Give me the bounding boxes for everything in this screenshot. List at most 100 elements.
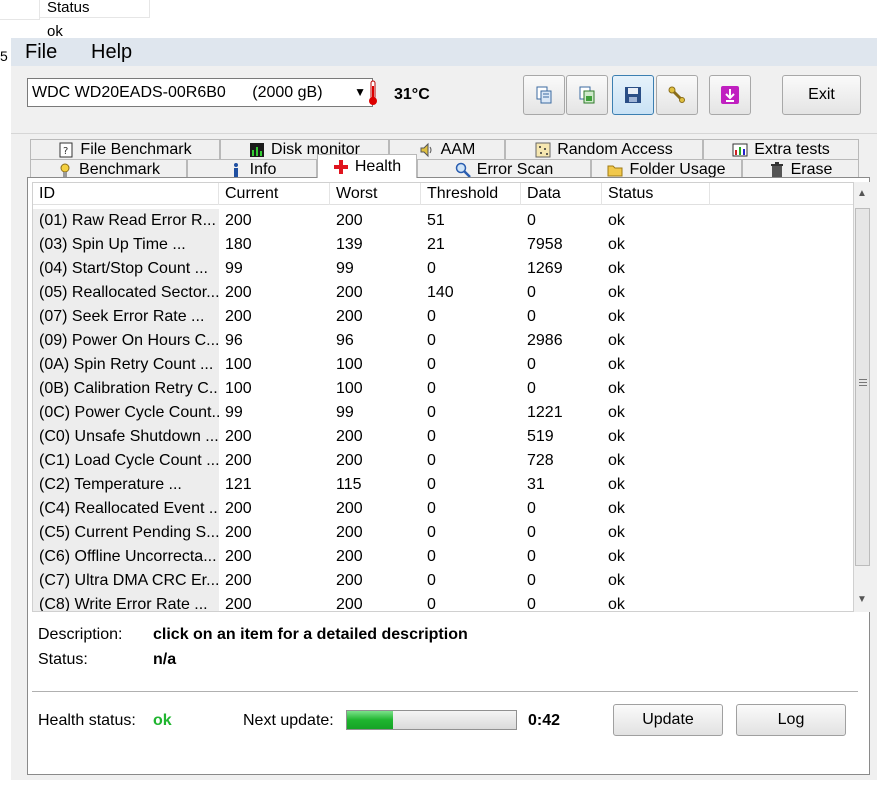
table-row[interactable]: (C8) Write Error Rate ... 200 200 0 0 ok — [33, 593, 833, 612]
menu-help[interactable]: Help — [91, 40, 132, 64]
tab-erase[interactable]: Erase — [742, 159, 859, 179]
table-row[interactable]: (09) Power On Hours C... 96 96 0 2986 ok — [33, 329, 833, 353]
cell-data: 0 — [527, 308, 536, 325]
background-status-value: ok — [47, 23, 63, 40]
tab-label: Extra tests — [754, 141, 830, 158]
tab-health[interactable]: Health — [317, 154, 417, 178]
drive-select[interactable]: WDC WD20EADS-00R6B0 (2000 gB) ▼ — [27, 78, 373, 107]
table-row[interactable]: (C4) Reallocated Event ... 200 200 0 0 ok — [33, 497, 833, 521]
cell-threshold: 140 — [427, 284, 454, 301]
cell-data: 0 — [527, 524, 536, 541]
cell-data: 1221 — [527, 404, 563, 421]
column-header-status[interactable]: Status — [602, 183, 710, 205]
table-row[interactable]: (C6) Offline Uncorrecta... 200 200 0 0 ok — [33, 545, 833, 569]
health-status-label: Health status: — [38, 712, 136, 729]
cell-threshold: 0 — [427, 356, 436, 373]
cell-worst: 139 — [336, 236, 363, 253]
cell-worst: 200 — [336, 452, 363, 469]
table-row[interactable]: (C0) Unsafe Shutdown ... 200 200 0 519 ok — [33, 425, 833, 449]
tab-folder-usage[interactable]: Folder Usage — [591, 159, 742, 179]
cell-id: (C4) Reallocated Event ... — [33, 497, 219, 521]
cell-data: 0 — [527, 380, 536, 397]
app-window: File Help WDC WD20EADS-00R6B0 (2000 gB) … — [11, 38, 877, 780]
status-label: Status: — [38, 651, 88, 668]
cell-current: 180 — [225, 236, 252, 253]
cell-worst: 200 — [336, 284, 363, 301]
cell-current: 96 — [225, 332, 243, 349]
column-header-worst[interactable]: Worst — [330, 183, 421, 205]
cell-status: ok — [608, 260, 625, 277]
cell-current: 99 — [225, 260, 243, 277]
table-row[interactable]: (01) Raw Read Error R... 200 200 51 0 ok — [33, 209, 833, 233]
options-button[interactable] — [656, 75, 698, 115]
cell-current: 200 — [225, 596, 252, 612]
cell-id: (C2) Temperature ... — [33, 473, 219, 497]
tab-benchmark[interactable]: Benchmark — [30, 159, 187, 179]
cell-status: ok — [608, 500, 625, 517]
table-row[interactable]: (04) Start/Stop Count ... 99 99 0 1269 ok — [33, 257, 833, 281]
tab-error-scan[interactable]: Error Scan — [417, 159, 591, 179]
cell-threshold: 0 — [427, 260, 436, 277]
cell-worst: 100 — [336, 356, 363, 373]
cell-status: ok — [608, 308, 625, 325]
chevron-down-icon: ▼ — [354, 85, 366, 99]
cell-worst: 200 — [336, 308, 363, 325]
cell-data: 519 — [527, 428, 554, 445]
column-header-current[interactable]: Current — [219, 183, 330, 205]
save-button[interactable] — [612, 75, 654, 115]
cell-data: 0 — [527, 596, 536, 612]
copy-image-button[interactable] — [566, 75, 608, 115]
cell-threshold: 0 — [427, 572, 436, 589]
table-row[interactable]: (0B) Calibration Retry C... 100 100 0 0 ok — [33, 377, 833, 401]
smart-attributes-table[interactable]: ID Current Worst Threshold Data Status (… — [32, 182, 854, 612]
health-panel: ID Current Worst Threshold Data Status (… — [27, 177, 871, 775]
log-button[interactable]: Log — [736, 704, 846, 736]
copy-text-button[interactable] — [523, 75, 565, 115]
cell-data: 0 — [527, 548, 536, 565]
scroll-down-icon[interactable]: ▼ — [857, 594, 867, 605]
cell-threshold: 0 — [427, 524, 436, 541]
scroll-up-icon[interactable]: ▲ — [857, 188, 867, 199]
table-row[interactable]: (0C) Power Cycle Count... 99 99 0 1221 ok — [33, 401, 833, 425]
tab-info[interactable]: Info — [187, 159, 317, 179]
tab-random-access[interactable]: Random Access — [505, 139, 703, 159]
background-side-char: 5 — [0, 48, 8, 64]
drive-name: WDC WD20EADS-00R6B0 — [32, 84, 226, 101]
tab-label: AAM — [440, 141, 476, 158]
status-value: n/a — [153, 651, 177, 668]
thermometer-icon — [369, 80, 377, 105]
table-scrollbar[interactable]: ▲ ▼ — [854, 182, 871, 612]
copy-text-icon — [536, 86, 552, 104]
copy-image-icon — [579, 86, 595, 104]
column-header-data[interactable]: Data — [521, 183, 602, 205]
cell-status: ok — [608, 572, 625, 589]
cell-worst: 200 — [336, 500, 363, 517]
table-row[interactable]: (C7) Ultra DMA CRC Er... 200 200 0 0 ok — [33, 569, 833, 593]
table-row[interactable]: (0A) Spin Retry Count ... 100 100 0 0 ok — [33, 353, 833, 377]
table-row[interactable]: (C2) Temperature ... 121 115 0 31 ok — [33, 473, 833, 497]
table-row[interactable]: (07) Seek Error Rate ... 200 200 0 0 ok — [33, 305, 833, 329]
column-header-threshold[interactable]: Threshold — [421, 183, 521, 205]
magnifier-icon — [455, 162, 471, 178]
cell-status: ok — [608, 236, 625, 253]
info-icon — [233, 162, 238, 177]
exit-button[interactable]: Exit — [782, 75, 861, 115]
scroll-thumb[interactable] — [855, 208, 870, 566]
cell-id: (01) Raw Read Error R... — [33, 209, 219, 233]
description-label: Description: — [38, 626, 123, 643]
cell-current: 99 — [225, 404, 243, 421]
table-row[interactable]: (C5) Current Pending S... 200 200 0 0 ok — [33, 521, 833, 545]
cell-status: ok — [608, 356, 625, 373]
table-row[interactable]: (03) Spin Up Time ... 180 139 21 7958 ok — [33, 233, 833, 257]
tab-file-benchmark[interactable]: ? File Benchmark — [30, 139, 220, 159]
table-row[interactable]: (05) Reallocated Sector... 200 200 140 0 ok — [33, 281, 833, 305]
wrench-tools-icon — [668, 86, 685, 103]
tab-extra-tests[interactable]: Extra tests — [703, 139, 859, 159]
column-header-id[interactable]: ID — [33, 183, 219, 205]
menu-file[interactable]: File — [25, 40, 57, 64]
cell-worst: 115 — [336, 476, 362, 493]
cell-current: 100 — [225, 380, 252, 397]
update-button[interactable]: Update — [613, 704, 723, 736]
download-button[interactable] — [709, 75, 751, 115]
table-row[interactable]: (C1) Load Cycle Count ... 200 200 0 728 ok — [33, 449, 833, 473]
